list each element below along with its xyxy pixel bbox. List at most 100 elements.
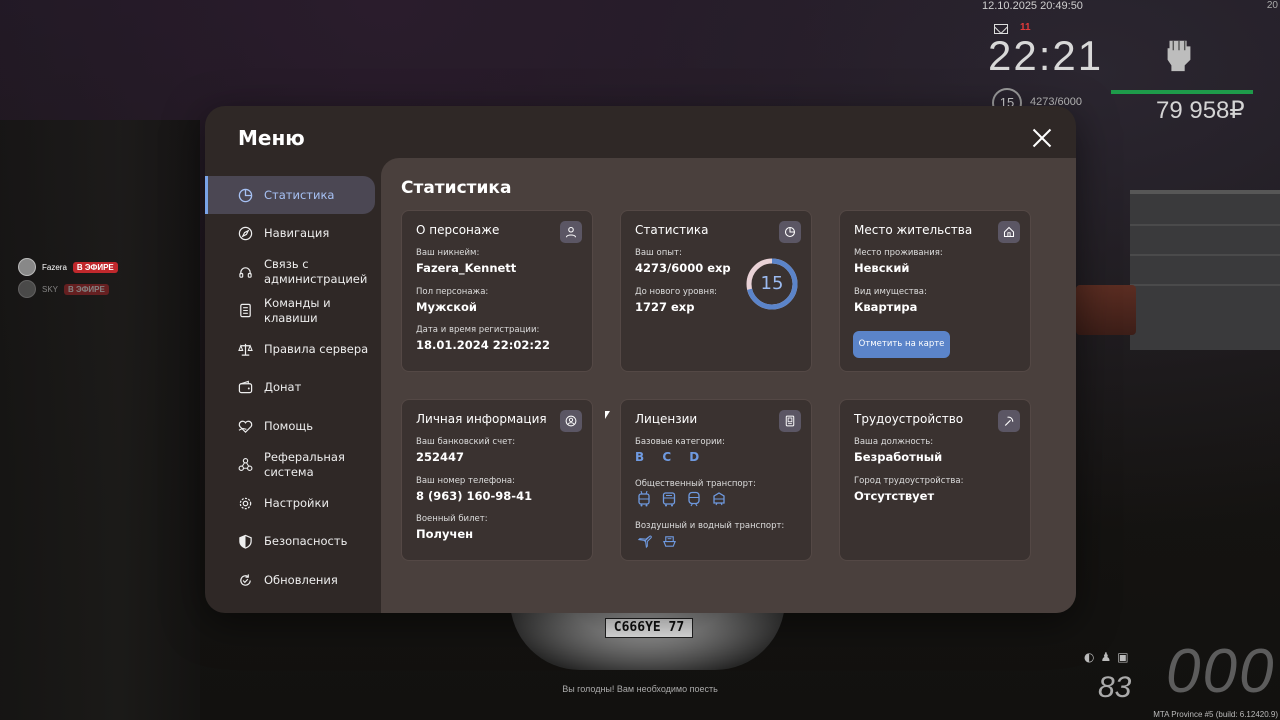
field-label: Военный билет: [416, 514, 488, 524]
live-badge: В ЭФИРЕ [72, 261, 118, 273]
field-air-water: Воздушный и водный транспорт: [635, 521, 784, 531]
wallet-icon [237, 380, 253, 396]
sidebar-item-statistics[interactable]: Статистика [205, 176, 375, 214]
field-value: 8 (963) 160-98-41 [416, 489, 533, 503]
document-icon [237, 303, 253, 319]
avatar [18, 258, 36, 276]
field-registration: Дата и время регистрации: 18.01.2024 22:… [416, 325, 550, 352]
gear-icon [237, 495, 253, 511]
sidebar-item-security[interactable]: Безопасность [205, 523, 381, 561]
card-residence: Место жительства Место проживания: Невск… [839, 210, 1031, 372]
field-label: Место проживания: [854, 248, 943, 258]
sidebar-item-navigation[interactable]: Навигация [205, 215, 381, 253]
sidebar-item-commands[interactable]: Команды и клавиши [205, 292, 381, 330]
sidebar-item-label: Помощь [264, 418, 314, 433]
field-city: Город трудоустройства: Отсутствует [854, 476, 964, 503]
menu-modal: Меню Статистика Навигация Связь с админи… [205, 106, 1076, 613]
field-label: Базовые категории: [635, 437, 725, 447]
sidebar-item-help[interactable]: Помощь [205, 407, 381, 445]
card-title: Трудоустройство [854, 412, 964, 426]
level-number: 15 [760, 273, 784, 294]
sidebar-item-referral[interactable]: Реферальная система [205, 446, 381, 484]
user-circle-icon[interactable] [560, 410, 582, 432]
pie-chart-icon [237, 187, 253, 203]
user-icon[interactable] [560, 221, 582, 243]
field-value: Отсутствует [854, 489, 935, 503]
pickaxe-icon[interactable] [998, 410, 1020, 432]
sidebar-item-label: Настройки [264, 495, 329, 510]
trolleybus-icon [635, 490, 653, 508]
sidebar-item-label: Статистика [264, 187, 335, 202]
fist-icon [1167, 40, 1191, 72]
plane-icon [635, 532, 653, 550]
sidebar-item-label: Обновления [264, 572, 338, 587]
field-label: Ваша должность: [854, 437, 934, 447]
close-icon[interactable] [1032, 128, 1052, 148]
field-place: Место проживания: Невский [854, 248, 943, 275]
card-title: Лицензии [635, 412, 698, 426]
live-badge: В ЭФИРЕ [64, 283, 109, 295]
field-bank: Ваш банковский счет: 252447 [416, 437, 515, 464]
field-label: Ваш банковский счет: [416, 437, 516, 447]
card-character: О персонаже Ваш никнейм: Fazera_Kennett … [401, 210, 593, 372]
card-stats: Статистика Ваш опыт: 4273/6000 exp До но… [620, 210, 812, 372]
fuel-gauge: 83 [1098, 671, 1132, 704]
engine-icon: ▣ [1117, 650, 1129, 664]
field-value: 1727 exp [635, 300, 695, 314]
field-phone: Ваш номер телефона: 8 (963) 160-98-41 [416, 476, 532, 503]
field-label: Город трудоустройства: [854, 476, 964, 486]
scene-building [1130, 190, 1280, 350]
field-military: Военный билет: Получен [416, 514, 488, 541]
sidebar-item-rules[interactable]: Правила сервера [205, 330, 381, 368]
refresh-check-icon [237, 572, 253, 588]
sidebar-item-admin-contact[interactable]: Связь с администрацией [205, 253, 381, 291]
menu-title: Меню [238, 126, 305, 150]
health-bar [1111, 90, 1253, 94]
card-title: Личная информация [416, 412, 547, 426]
card-licenses: Лицензии Базовые категории: B C D Общест… [620, 399, 812, 561]
sidebar-item-label: Навигация [264, 226, 330, 240]
sidebar-item-label: Донат [264, 380, 302, 394]
pie-chart-icon[interactable] [779, 221, 801, 243]
id-card-icon[interactable] [779, 410, 801, 432]
sidebar-item-donate[interactable]: Донат [205, 369, 381, 407]
voice-player: SKY В ЭФИРЕ [18, 280, 109, 298]
field-value: 18.01.2024 22:02:22 [416, 338, 550, 352]
card-title: О персонаже [416, 223, 500, 237]
hud-datetime: 12.10.2025 20:49:50 [982, 0, 1083, 12]
headlight-icon: ◐ [1084, 650, 1095, 664]
content-panel: Статистика О персонаже Ваш никнейм: Faze… [381, 158, 1076, 613]
sidebar-item-updates[interactable]: Обновления [205, 561, 381, 599]
field-public-transport: Общественный транспорт: [635, 479, 756, 489]
field-property: Вид имущества: Квартира [854, 287, 927, 314]
network-icon [237, 457, 253, 473]
license-plate: C666YE 77 [605, 618, 693, 638]
field-value: Невский [854, 261, 910, 275]
train-icon [685, 490, 703, 508]
headset-icon [237, 264, 253, 280]
mark-on-map-button[interactable]: Отметить на карте [853, 331, 950, 358]
field-label: Дата и время регистрации: [416, 325, 540, 335]
vehicle-indicators: ◐ ♟ ▣ [1084, 650, 1129, 664]
field-value: Квартира [854, 300, 918, 314]
bus-icon [660, 490, 678, 508]
air-water-icons [635, 532, 678, 550]
card-title: Место жительства [854, 223, 973, 237]
sidebar-item-label: Безопасность [264, 534, 348, 548]
field-value: 4273/6000 exp [635, 261, 731, 275]
seatbelt-icon: ♟ [1100, 650, 1112, 664]
heart-hand-icon [237, 418, 253, 434]
public-transport-icons [635, 490, 728, 508]
sidebar-item-label: Связь с администрацией [264, 257, 368, 286]
hud-clock: 22:21 [988, 32, 1104, 79]
field-label: Вид имущества: [854, 287, 927, 297]
sidebar-item-settings[interactable]: Настройки [205, 484, 381, 522]
scales-icon [237, 341, 253, 357]
house-icon[interactable] [998, 221, 1020, 243]
field-label: Ваш никнейм: [416, 248, 480, 258]
card-personal: Личная информация Ваш банковский счет: 2… [401, 399, 593, 561]
field-base-categories: Базовые категории: [635, 437, 725, 447]
hunger-message: Вы голодны! Вам необходимо поесть [562, 684, 718, 694]
field-label: Пол персонажа: [416, 287, 489, 297]
field-value: Безработный [854, 450, 943, 464]
